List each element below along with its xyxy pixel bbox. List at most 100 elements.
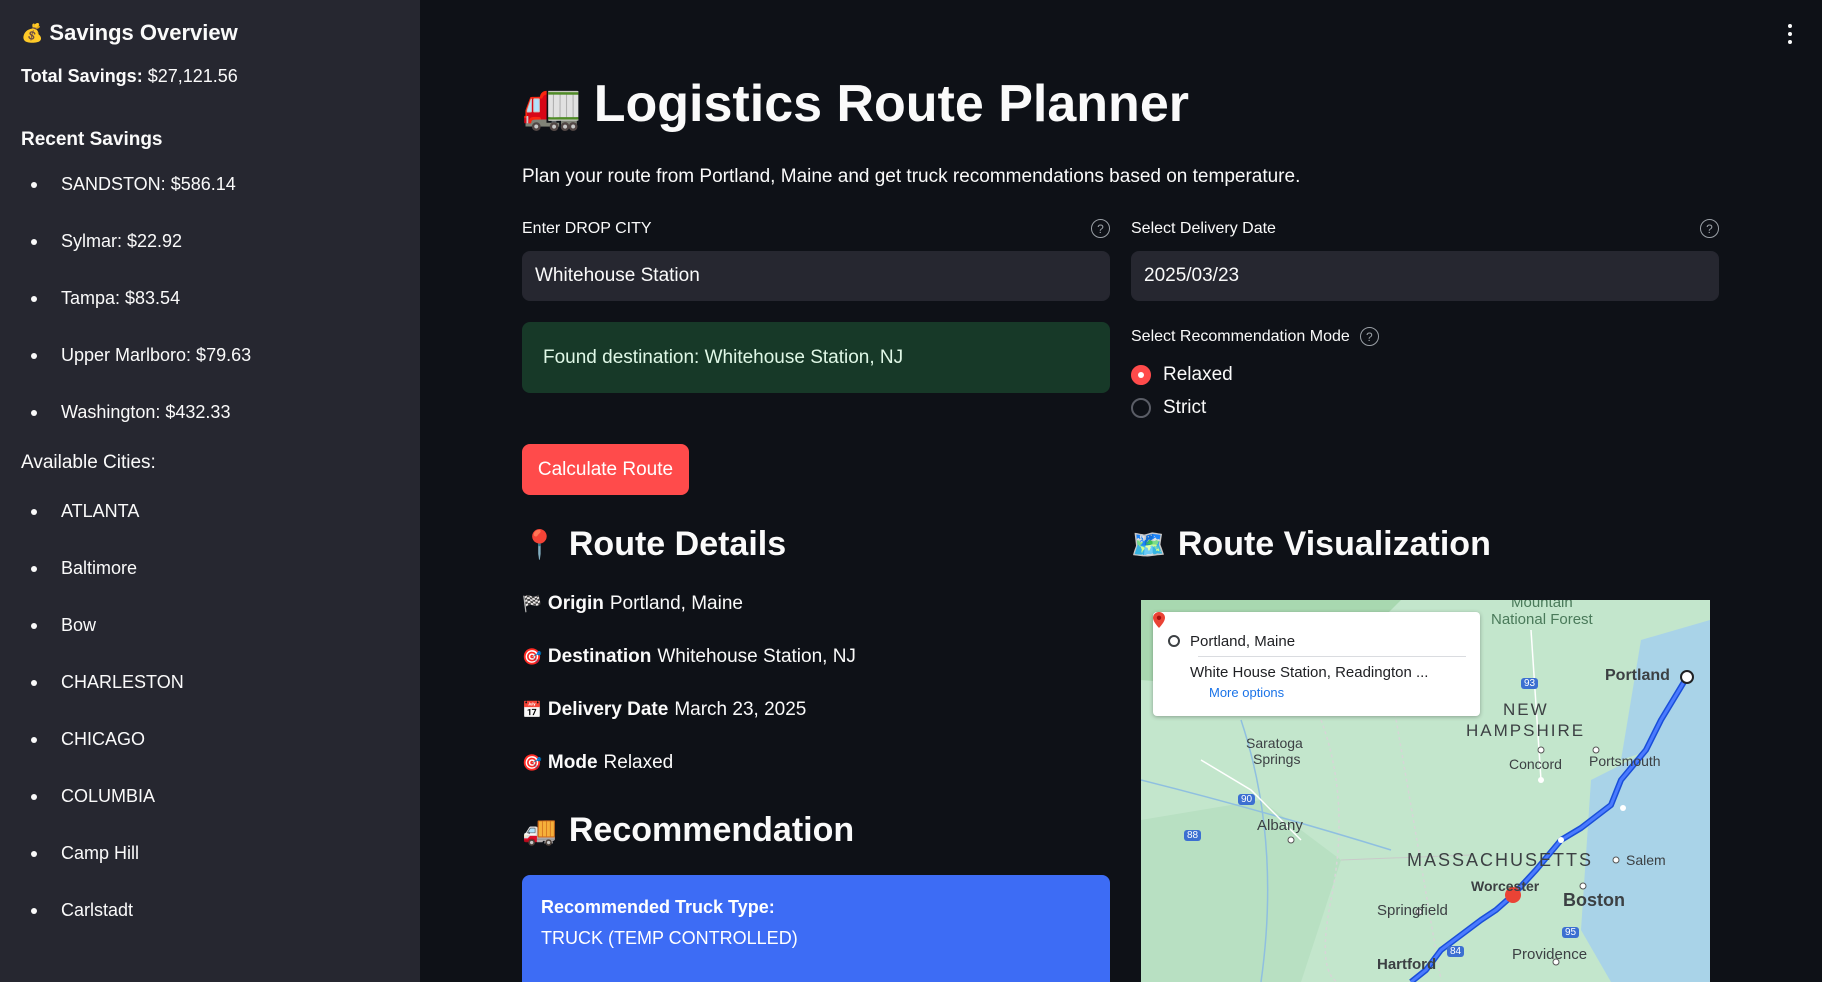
list-item: Tampa: $83.54 — [21, 285, 399, 342]
main-menu-icon[interactable] — [1788, 24, 1792, 44]
calendar-icon: 📅 — [522, 702, 542, 719]
recent-savings-list: SANDSTON: $586.14 Sylmar: $22.92 Tampa: … — [21, 171, 399, 456]
map-label-new: NEW — [1503, 700, 1549, 719]
map-label-portsmouth: Portsmouth — [1589, 753, 1661, 769]
calculate-route-button[interactable]: Calculate Route — [522, 444, 689, 495]
recommendation-info-box: Recommended Truck Type: TRUCK (TEMP CONT… — [522, 875, 1110, 982]
map-label-hw95: 95 — [1562, 927, 1580, 938]
map-label-saratoga: Saratoga — [1246, 735, 1303, 751]
list-item: SANDSTON: $586.14 — [21, 171, 399, 228]
recent-savings-heading: Recent Savings — [21, 129, 163, 150]
list-item: Sylmar: $22.92 — [21, 228, 399, 285]
available-cities-list: ATLANTA Baltimore Bow CHARLESTON CHICAGO… — [21, 498, 399, 954]
list-item: ATLANTA — [21, 498, 399, 555]
radio-unselected-icon[interactable] — [1131, 398, 1151, 418]
bullet-icon — [31, 794, 37, 800]
map-label-salem: Salem — [1626, 852, 1666, 868]
list-item: Bow — [21, 612, 399, 669]
recommendation-title: Recommended Truck Type: — [541, 897, 775, 917]
directions-origin-row[interactable]: Portland, Maine — [1168, 626, 1480, 656]
total-savings: Total Savings: $27,121.56 — [21, 66, 399, 87]
help-icon[interactable]: ? — [1359, 327, 1379, 346]
list-item: COLUMBIA — [21, 783, 399, 840]
bullet-icon — [31, 296, 37, 302]
map-label-albany: Albany — [1257, 817, 1303, 834]
mode-radio-relaxed[interactable]: Relaxed — [1131, 364, 1233, 386]
world-map-icon: 🗺️ — [1131, 529, 1166, 560]
mode-detail: 🎯 Mode Relaxed — [522, 752, 674, 773]
available-cities-heading: Available Cities: — [21, 452, 156, 473]
origin-circle-icon — [1168, 635, 1180, 647]
list-item: CHICAGO — [21, 726, 399, 783]
found-destination-alert: Found destination: Whitehouse Station, N… — [522, 322, 1110, 393]
map-label-hw93: 93 — [1521, 678, 1539, 689]
delivery-date-label-row: Select Delivery Date ? — [1131, 219, 1719, 238]
route-details-heading: 📍 Route Details — [522, 525, 787, 563]
bullet-icon — [31, 908, 37, 914]
bullet-icon — [31, 623, 37, 629]
bullet-icon — [31, 680, 37, 686]
bullet-icon — [31, 851, 37, 857]
bullet-icon — [31, 353, 37, 359]
bullet-icon — [31, 410, 37, 416]
directions-destination-row[interactable]: White House Station, Readington ... — [1153, 612, 1480, 687]
delivery-truck-icon: 🚚 — [522, 815, 557, 846]
route-map[interactable]: Mountain National Forest Portland NEW HA… — [1141, 600, 1710, 982]
more-options-link[interactable]: More options — [1209, 685, 1480, 700]
list-item: Upper Marlboro: $79.63 — [21, 342, 399, 399]
help-icon[interactable]: ? — [1091, 219, 1110, 238]
target-icon: 🎯 — [522, 649, 542, 666]
recommendation-value: TRUCK (TEMP CONTROLLED) — [541, 928, 798, 948]
list-item: Camp Hill — [21, 840, 399, 897]
map-label-portland: Portland — [1605, 667, 1670, 684]
map-label-massachusetts: MASSACHUSETTS — [1407, 850, 1594, 870]
map-label-hampshire: HAMPSHIRE — [1466, 721, 1586, 740]
list-item: Washington: $432.33 — [21, 399, 399, 456]
page-title: 🚛 Logistics Route Planner — [522, 75, 1189, 133]
help-icon[interactable]: ? — [1700, 219, 1719, 238]
list-item: Carlstadt — [21, 897, 399, 954]
sidebar-title: 💰 Savings Overview — [21, 20, 238, 45]
sidebar: 💰 Savings Overview Total Savings: $27,12… — [0, 0, 420, 982]
map-label-providence: Providence — [1512, 946, 1588, 963]
recommendation-heading: 🚚 Recommendation — [522, 811, 855, 849]
destination-detail: 🎯 Destination Whitehouse Station, NJ — [522, 646, 856, 667]
target-icon: 🎯 — [522, 755, 542, 772]
page-subtitle: Plan your route from Portland, Maine and… — [522, 166, 1301, 187]
map-label-boston: Boston — [1563, 890, 1625, 910]
origin-detail: 🏁 Origin Portland, Maine — [522, 593, 743, 614]
map-label-hw88: 88 — [1184, 830, 1202, 841]
map-label-forest: Mountain National Forest — [1491, 600, 1593, 628]
map-label-hartford: Hartford — [1377, 956, 1437, 973]
bullet-icon — [31, 566, 37, 572]
delivery-date-input[interactable]: 2025/03/23 — [1131, 251, 1719, 301]
bullet-icon — [31, 182, 37, 188]
directions-card[interactable]: Portland, Maine White House Station, Rea… — [1153, 612, 1480, 716]
map-label-worcester: Worcester — [1471, 878, 1540, 894]
map-label-hw90: 90 — [1238, 794, 1256, 805]
delivery-date-label: Select Delivery Date — [1131, 219, 1276, 237]
bullet-icon — [31, 737, 37, 743]
map-label-concord: Concord — [1509, 756, 1562, 772]
main-content: 🚛 Logistics Route Planner Plan your rout… — [522, 0, 1722, 982]
drop-city-input[interactable]: Whitehouse Station — [522, 251, 1110, 301]
delivery-date-detail: 📅 Delivery Date March 23, 2025 — [522, 699, 807, 720]
mode-radio-strict[interactable]: Strict — [1131, 397, 1206, 419]
mode-label-row: Select Recommendation Mode ? — [1131, 327, 1379, 346]
list-item: Baltimore — [21, 555, 399, 612]
total-savings-value: $27,121.56 — [147, 66, 238, 86]
map-label-hw84: 84 — [1447, 946, 1465, 957]
map-label-springfield: Springfield — [1377, 902, 1448, 919]
map-label-springs: Springs — [1253, 751, 1301, 767]
route-visualization-heading: 🗺️ Route Visualization — [1131, 525, 1491, 563]
map-pin-icon — [1153, 612, 1180, 679]
checkered-flag-icon: 🏁 — [522, 596, 542, 613]
drop-city-label: Enter DROP CITY — [522, 219, 652, 237]
pin-icon: 📍 — [522, 529, 557, 560]
bullet-icon — [31, 509, 37, 515]
total-savings-label: Total Savings: — [21, 66, 143, 86]
list-item: CHARLESTON — [21, 669, 399, 726]
bullet-icon — [31, 239, 37, 245]
mode-label: Select Recommendation Mode — [1131, 327, 1350, 345]
radio-selected-icon[interactable] — [1131, 365, 1151, 385]
